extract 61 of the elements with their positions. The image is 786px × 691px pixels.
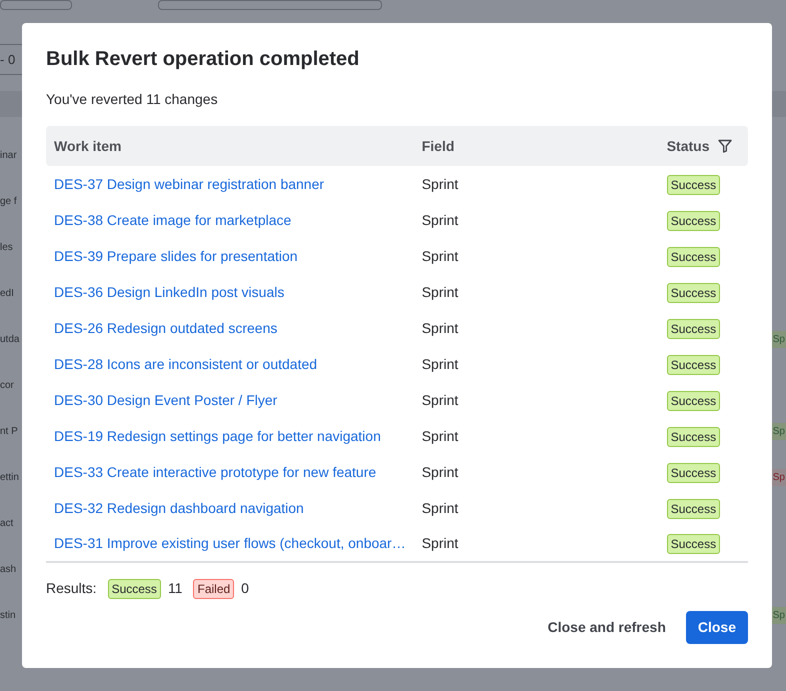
table-cell-text: Sprint [420, 246, 460, 266]
table-cell-text: Sprint [420, 354, 460, 374]
table-cell-text: edI [0, 286, 15, 300]
status-tag: Sp [772, 468, 786, 486]
status-lozenge: Success [666, 462, 720, 482]
work-item-link[interactable]: DES-33 Create interactive prototype for new feature [54, 464, 376, 480]
table-cell-text: act [0, 516, 14, 530]
status-lozenge: Success [666, 390, 720, 410]
status-lozenge: Success [666, 426, 720, 446]
work-item-link[interactable]: DES-31 Improve existing user flows (checkout, onboar… [54, 535, 406, 551]
table-cell-text: Sprint [420, 462, 460, 482]
table-cell-text: Sprint [420, 498, 460, 518]
table-cell-text: Sprint [420, 318, 460, 338]
table-cell-text: les [0, 240, 14, 254]
result-count: 0 [241, 579, 249, 598]
filter-icon[interactable] [718, 139, 732, 153]
work-item-link[interactable]: DES-37 Design webinar registration banner [54, 176, 324, 192]
table-cell-text: ettin [0, 470, 20, 484]
status-tag: Sp [772, 330, 786, 348]
table-cell-text: nt P [0, 424, 19, 438]
table-cell-text: ash [0, 562, 18, 576]
column-header: Status [666, 136, 710, 156]
work-item-link[interactable]: DES-28 Icons are inconsistent or outdated [54, 356, 318, 372]
status-lozenge: Success [666, 174, 720, 194]
table-cell-text: Sprint [420, 426, 460, 446]
table-cell-text: inar [0, 148, 18, 162]
work-item-link[interactable]: DES-39 Prepare slides for presentation [54, 248, 298, 264]
result-count: 11 [168, 579, 182, 598]
status-lozenge: Success [666, 318, 720, 338]
table-cell: Sprint [414, 166, 659, 202]
input-field [0, 0, 72, 10]
table-cell-text: stin [0, 608, 17, 622]
work-item-link[interactable]: DES-36 Design LinkedIn post visuals [54, 284, 284, 300]
status-lozenge: Success [666, 210, 720, 230]
result-lozenge: Success [108, 578, 161, 598]
column-header: Work item [46, 126, 414, 166]
work-item-link[interactable]: DES-19 Redesign settings page for better navigation [54, 428, 381, 444]
results-label: Results: [46, 579, 97, 598]
table-cell-text: cor [0, 378, 15, 392]
table-cell-text: Sprint [420, 282, 460, 302]
table-cell-text: Sprint [420, 390, 460, 410]
work-item-link[interactable]: DES-38 Create image for marketplace [54, 212, 292, 228]
status-lozenge: Success [666, 246, 720, 266]
status-lozenge: Success [666, 354, 720, 374]
work-item-link[interactable]: DES-32 Redesign dashboard navigation [54, 500, 304, 516]
close-button[interactable]: Close [686, 611, 748, 644]
status-lozenge: Success [666, 498, 720, 518]
table-cell-text: Sprint [420, 210, 460, 230]
status-lozenge: Success [666, 282, 720, 302]
work-item-link[interactable]: DES-26 Redesign outdated screens [54, 320, 278, 336]
dialog-subtitle: You've reverted 11 changes [46, 90, 219, 109]
status-lozenge: Success [666, 534, 720, 554]
close-and-refresh-button[interactable]: Close and refresh [536, 611, 678, 644]
table-cell-text: ge f [0, 194, 18, 208]
table-cell: Sprint [414, 526, 659, 562]
status-tag: Sp [772, 606, 786, 624]
table-cell-text: utda [0, 332, 20, 346]
column-header: Field [414, 126, 659, 166]
result-lozenge: Failed [193, 578, 234, 598]
work-item-link[interactable]: DES-30 Design Event Poster / Flyer [54, 392, 278, 408]
status-tag: Sp [772, 422, 786, 440]
